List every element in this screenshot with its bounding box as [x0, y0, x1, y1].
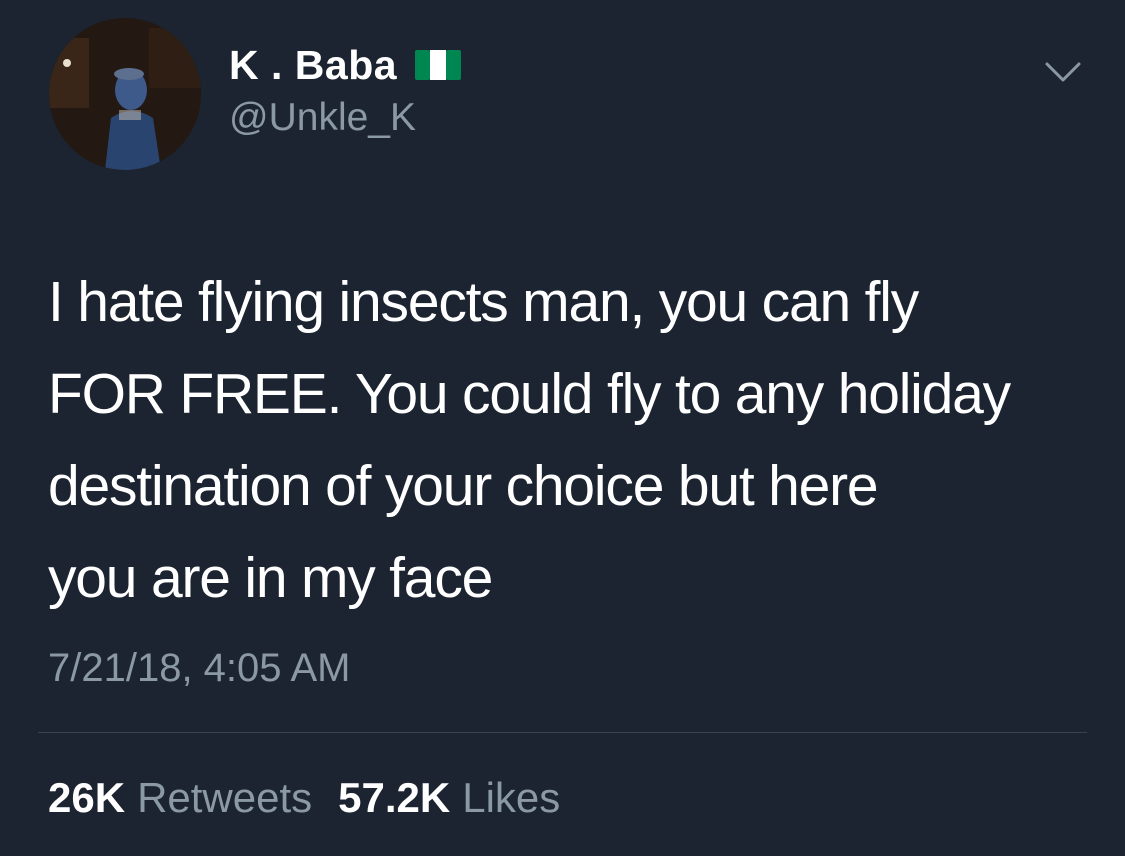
retweets-count: 26K [48, 774, 126, 821]
likes-count: 57.2K [338, 774, 451, 821]
tweet-timestamp[interactable]: 7/21/18, 4:05 AM [48, 646, 350, 691]
author-handle[interactable]: @Unkle_K [229, 96, 416, 140]
retweets-label: Retweets [137, 774, 313, 821]
retweets-stat[interactable]: 26K Retweets [48, 774, 312, 822]
avatar[interactable] [49, 18, 201, 170]
tweet-line: I hate flying insects man, you can fly [48, 270, 919, 334]
chevron-down-icon[interactable] [1043, 56, 1083, 86]
likes-label: Likes [462, 774, 561, 821]
tweet-stats: 26K Retweets 57.2K Likes [48, 774, 560, 822]
tweet-line: destination of your choice but here [48, 454, 879, 518]
author-name-row: K . Baba [229, 40, 462, 90]
likes-stat[interactable]: 57.2K Likes [338, 774, 560, 822]
avatar-image [49, 18, 201, 170]
tweet-text: I hate flying insects man, you can fly F… [48, 256, 1098, 624]
display-name[interactable]: K . Baba [229, 42, 397, 89]
tweet-card: K . Baba @Unkle_K I hate flying insects … [0, 0, 1125, 856]
tweet-line: FOR FREE. You could fly to any holiday [48, 362, 1011, 426]
divider [38, 732, 1087, 733]
tweet-line: you are in my face [48, 546, 493, 610]
nigeria-flag-icon [415, 50, 462, 80]
